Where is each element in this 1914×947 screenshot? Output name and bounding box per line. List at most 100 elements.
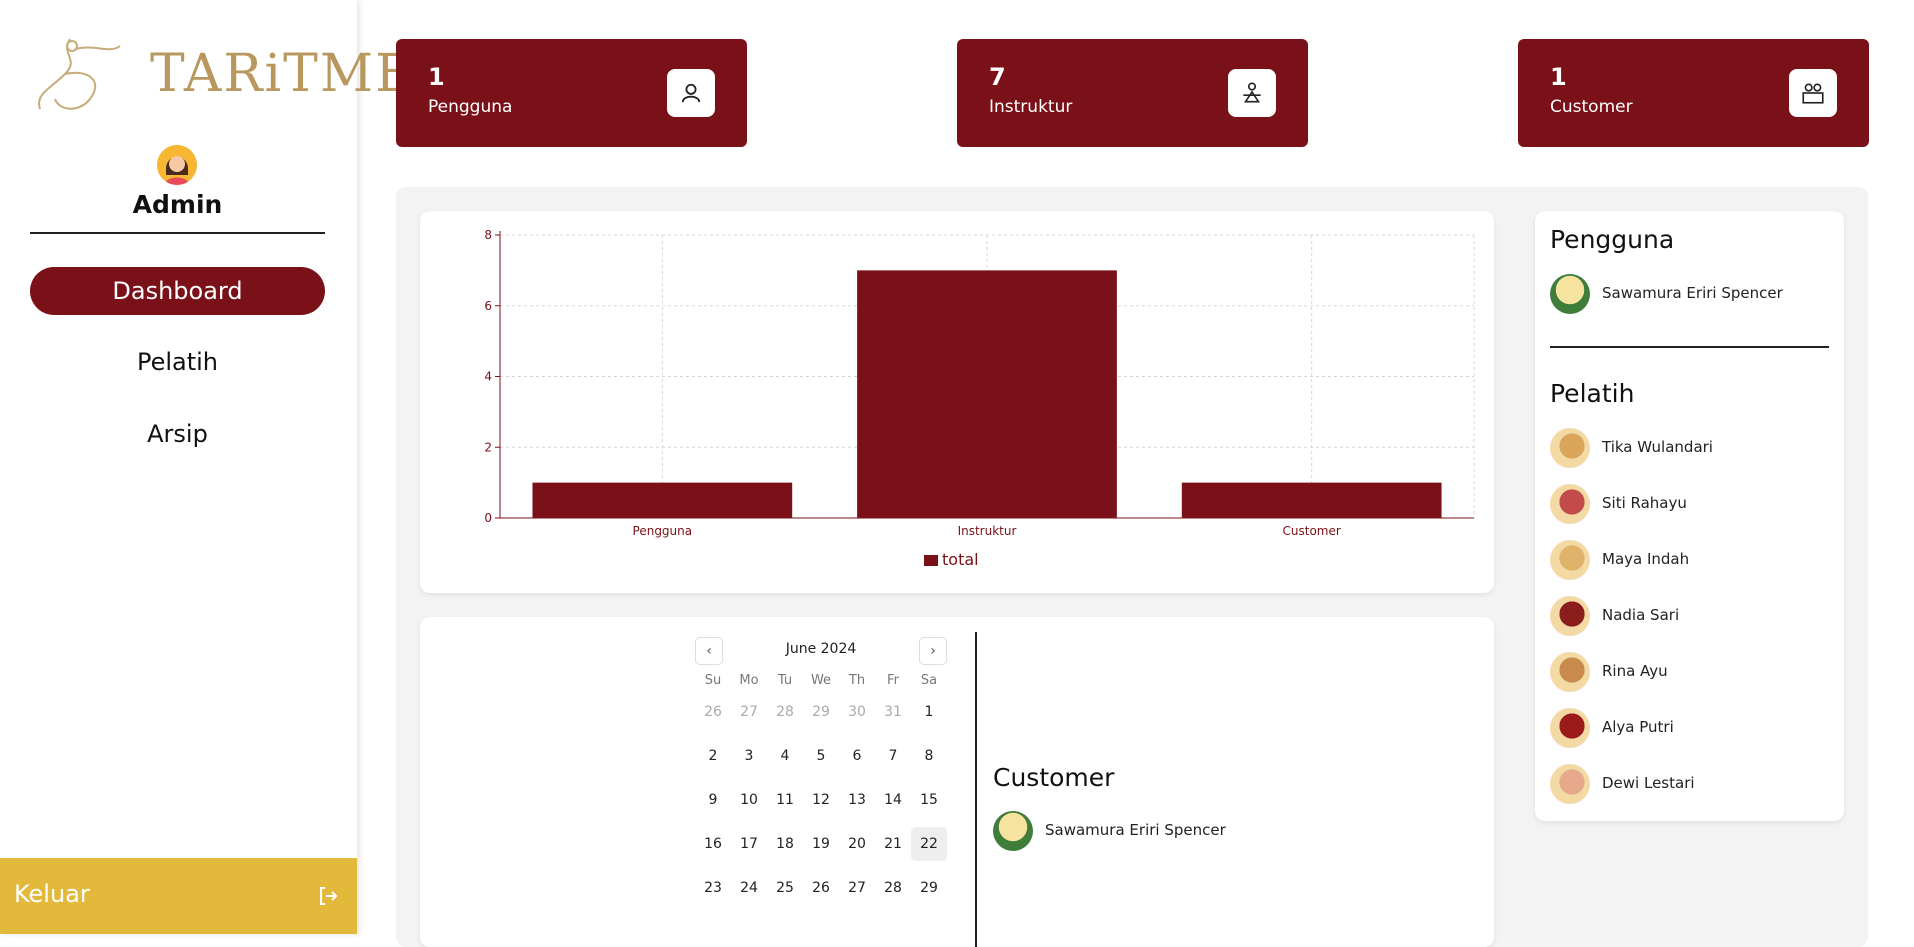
pelatih-name: Nadia Sari: [1602, 606, 1680, 624]
y-tick-label: 6: [484, 299, 492, 313]
calendar-day[interactable]: 26: [803, 871, 839, 905]
logo-text: TARiTME: [150, 44, 416, 104]
calendar-day[interactable]: 13: [839, 783, 875, 817]
legend-label: total: [942, 550, 979, 569]
calendar-divider: [975, 632, 977, 947]
calendar-day[interactable]: 18: [767, 827, 803, 861]
calendar-month-label: June 2024: [785, 641, 857, 657]
bar: [857, 270, 1117, 518]
calendar-header: June 2024 ‹ ›: [695, 637, 947, 665]
stat-label: Customer: [1550, 97, 1633, 117]
stat-value: 1: [428, 63, 445, 91]
sidebar: TARiTME Admin Dashboard Pelatih Arsip Ke…: [0, 0, 413, 934]
pelatih-list-item[interactable]: Nadia Sari: [1550, 596, 1830, 636]
pelatih-list-item[interactable]: Alya Putri: [1550, 708, 1830, 748]
calendar-day[interactable]: 25: [767, 871, 803, 905]
calendar-day[interactable]: 28: [767, 695, 803, 729]
calendar-day[interactable]: 4: [767, 739, 803, 773]
calendar-day[interactable]: 30: [839, 695, 875, 729]
calendar-day[interactable]: 1: [911, 695, 947, 729]
calendar-day[interactable]: 27: [839, 871, 875, 905]
chevron-left-icon: ‹: [706, 643, 712, 659]
customer-name: Sawamura Eriri Spencer: [1045, 821, 1226, 839]
calendar-day[interactable]: 10: [731, 783, 767, 817]
calendar-day[interactable]: 19: [803, 827, 839, 861]
y-tick-label: 8: [484, 228, 492, 242]
calendar-day[interactable]: 17: [731, 827, 767, 861]
calendar-day[interactable]: 16: [695, 827, 731, 861]
calendar-day[interactable]: 6: [839, 739, 875, 773]
pelatih-list-item[interactable]: Maya Indah: [1550, 540, 1830, 580]
nav-pelatih[interactable]: Pelatih: [30, 338, 325, 386]
calendar-day[interactable]: 12: [803, 783, 839, 817]
calendar-day[interactable]: 27: [731, 695, 767, 729]
stat-value: 1: [1550, 63, 1567, 91]
x-tick-label: Instruktur: [958, 524, 1017, 538]
calendar-day[interactable]: 3: [731, 739, 767, 773]
calendar-day[interactable]: 23: [695, 871, 731, 905]
calendar-weekday: Su: [704, 673, 722, 688]
customer-section-title: Customer: [993, 763, 1115, 792]
admin-avatar: [157, 145, 197, 185]
pelatih-list-item[interactable]: Siti Rahayu: [1550, 484, 1830, 524]
pelatih-name: Alya Putri: [1602, 718, 1674, 736]
pengguna-section-title: Pengguna: [1550, 225, 1675, 254]
calendar-day[interactable]: 14: [875, 783, 911, 817]
admin-name: Admin: [132, 190, 223, 219]
instructor-icon: [1228, 69, 1276, 117]
customer-avatar: [993, 811, 1033, 851]
bar: [1181, 482, 1442, 518]
next-month-button[interactable]: ›: [919, 637, 947, 665]
admin-divider: [30, 232, 325, 234]
calendar-weekday: Mo: [739, 673, 759, 688]
calendar-day[interactable]: 31: [875, 695, 911, 729]
pengguna-list-item[interactable]: Sawamura Eriri Spencer: [1550, 274, 1830, 314]
pelatih-list-item[interactable]: Tika Wulandari: [1550, 428, 1830, 468]
calendar-day[interactable]: 5: [803, 739, 839, 773]
y-tick-label: 4: [484, 370, 492, 384]
admin-avatar-icon: [157, 145, 197, 185]
pelatih-avatar: [1550, 708, 1590, 748]
pelatih-name: Dewi Lestari: [1602, 774, 1695, 792]
chart-card: 0 2 4 6 8 Pengguna Instruktur Customer total: [420, 211, 1494, 593]
stat-label: Instruktur: [989, 97, 1073, 117]
pelatih-avatar: [1550, 764, 1590, 804]
logo: TARiTME: [30, 34, 413, 114]
pelatih-avatar: [1550, 484, 1590, 524]
y-tick-label: 2: [484, 440, 492, 454]
pelatih-list-item[interactable]: Rina Ayu: [1550, 652, 1830, 692]
customer-list-item[interactable]: Sawamura Eriri Spencer: [993, 811, 1293, 851]
pelatih-name: Tika Wulandari: [1602, 438, 1713, 456]
calendar-day[interactable]: 11: [767, 783, 803, 817]
calendar-card: June 2024 ‹ › Su Mo Tu We Th Fr Sa 26 27 28 29 30 31…: [420, 617, 1494, 947]
bar: [532, 482, 793, 518]
pelatih-list-item[interactable]: Dewi Lestari: [1550, 764, 1830, 804]
calendar-day[interactable]: 9: [695, 783, 731, 817]
calendar-day[interactable]: 26: [695, 695, 731, 729]
pengguna-name: Sawamura Eriri Spencer: [1602, 284, 1783, 302]
calendar-day[interactable]: 29: [803, 695, 839, 729]
calendar-day[interactable]: 29: [911, 871, 947, 905]
nav-arsip[interactable]: Arsip: [30, 410, 325, 458]
calendar-day[interactable]: 15: [911, 783, 947, 817]
nav-dashboard[interactable]: Dashboard: [30, 267, 325, 315]
stat-card-pengguna: 1 Pengguna: [396, 39, 747, 147]
y-tick-label: 0: [484, 511, 492, 525]
calendar-day[interactable]: 20: [839, 827, 875, 861]
pengguna-avatar: [1550, 274, 1590, 314]
calendar-day[interactable]: 7: [875, 739, 911, 773]
prev-month-button[interactable]: ‹: [695, 637, 723, 665]
calendar-day[interactable]: 24: [731, 871, 767, 905]
calendar-weekday: We: [810, 673, 832, 688]
logout-button[interactable]: Keluar: [0, 858, 357, 934]
user-icon: [667, 69, 715, 117]
pelatih-avatar: [1550, 540, 1590, 580]
calendar-day[interactable]: 2: [695, 739, 731, 773]
calendar-weekday: Tu: [777, 673, 793, 688]
calendar-day[interactable]: 21: [875, 827, 911, 861]
calendar-day[interactable]: 8: [911, 739, 947, 773]
customer-icon: [1789, 69, 1837, 117]
calendar-day[interactable]: 22: [911, 827, 947, 861]
logout-icon: [320, 887, 338, 905]
calendar-day[interactable]: 28: [875, 871, 911, 905]
